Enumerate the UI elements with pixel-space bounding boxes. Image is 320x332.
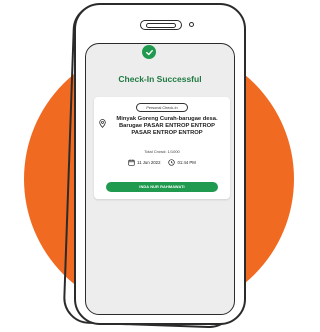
clock-icon — [168, 159, 176, 166]
speaker-icon — [140, 20, 182, 30]
checkin-datetime: 11 Jun 2022 01:44 PM — [94, 159, 230, 166]
camera-icon — [189, 22, 194, 27]
user-name-button[interactable]: INDA NUR RAHMAWATI — [106, 182, 218, 192]
checkin-card: Personal Check-In Minyak Goreng Curah-ba… — [94, 97, 230, 199]
total-crowd-text: Total Crowd: 1/1000 — [144, 149, 180, 154]
phone-frame: Check-In Successful Personal Check-In Mi… — [74, 3, 246, 325]
page-title: Check-In Successful — [118, 74, 202, 84]
venue-line-1: Minyak Goreng Curah-barugae desa. — [116, 116, 218, 122]
checkin-date: 11 Jun 2022 — [137, 160, 161, 165]
venue-name: Minyak Goreng Curah-barugae desa. Baruga… — [108, 116, 226, 138]
venue-line-2: Barugae PASAR ENTROP ENTROP — [118, 123, 216, 130]
checkin-time: 01:44 PM — [177, 160, 196, 165]
venue-line-3: PASAR ENTROP ENTROP — [131, 130, 203, 137]
calendar-icon — [128, 159, 135, 166]
checkin-type-badge: Personal Check-In — [136, 103, 188, 112]
date-item: 11 Jun 2022 — [128, 159, 160, 166]
map-pin-icon — [99, 119, 106, 128]
time-item: 01:44 PM — [168, 159, 196, 166]
check-circle-icon — [142, 45, 156, 59]
